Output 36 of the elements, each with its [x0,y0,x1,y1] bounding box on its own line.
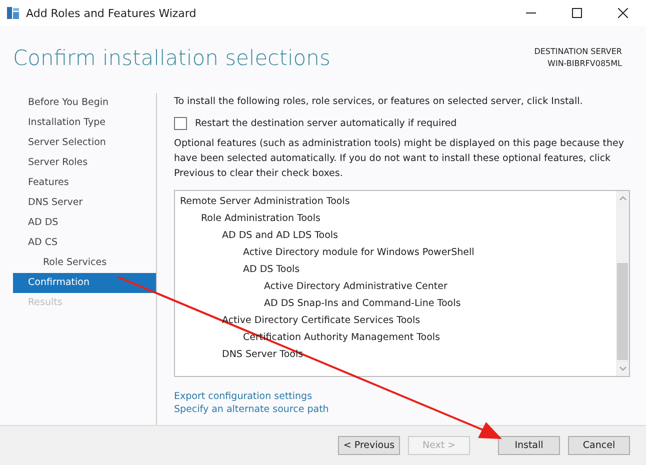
wizard-step[interactable]: Role Services [13,253,156,273]
wizard-button[interactable]: Cancel [568,436,630,455]
wizard-step[interactable]: DNS Server [13,193,156,213]
feature-item: AD DS Tools [243,263,301,277]
close-icon[interactable] [618,8,628,18]
feature-item: AD DS and AD LDS Tools [222,229,339,243]
intro-text: To install the following roles, role services, or features on selected server, click Install. [174,96,584,107]
wizard-step[interactable]: AD CS [13,233,156,253]
restart-checkbox[interactable] [174,117,187,130]
feature-item: Remote Server Administration Tools [180,195,351,209]
wizard-step[interactable]: Installation Type [13,113,156,133]
restart-label: Restart the destination server automatically if required [195,118,457,129]
wizard-button[interactable]: Install [498,436,560,455]
page-title: Confirm installation selections [13,46,330,70]
feature-item: AD DS Snap-Ins and Command-Line Tools [264,297,462,311]
maximize-icon[interactable] [572,8,582,18]
wizard-step[interactable]: Server Roles [13,153,156,173]
feature-item: Role Administration Tools [201,212,322,226]
feature-item: Active Directory module for Windows PowerShell [243,246,476,260]
link[interactable]: Specify an alternate source path [174,403,329,416]
link[interactable]: Export configuration settings [174,390,312,403]
window-title: Add Roles and Features Wizard [26,6,198,20]
destination-label: DESTINATION SERVER [534,46,622,58]
feature-item: Active Directory Certificate Services Tools [222,314,422,328]
wizard-step[interactable]: AD DS [13,213,156,233]
wizard-step[interactable]: Features [13,173,156,193]
wizard-step[interactable]: Confirmation [13,273,156,293]
app-icon [6,6,20,20]
scrollbar[interactable] [616,191,629,376]
feature-item: Active Directory Administrative Center [264,280,448,294]
wizard-button[interactable]: < Previous [338,436,400,455]
wizard-step[interactable]: Before You Begin [13,93,156,113]
destination-server: WIN-BIBRFV085ML [546,58,622,70]
note-text: Optional features (such as administration tools) might be displayed on this page because they have been selected automatically. If you do not want to install these optional features, click Previous to clear their check boxes. [174,137,626,181]
feature-item: DNS Server Tools [222,348,304,362]
wizard-step[interactable]: Server Selection [13,133,156,153]
